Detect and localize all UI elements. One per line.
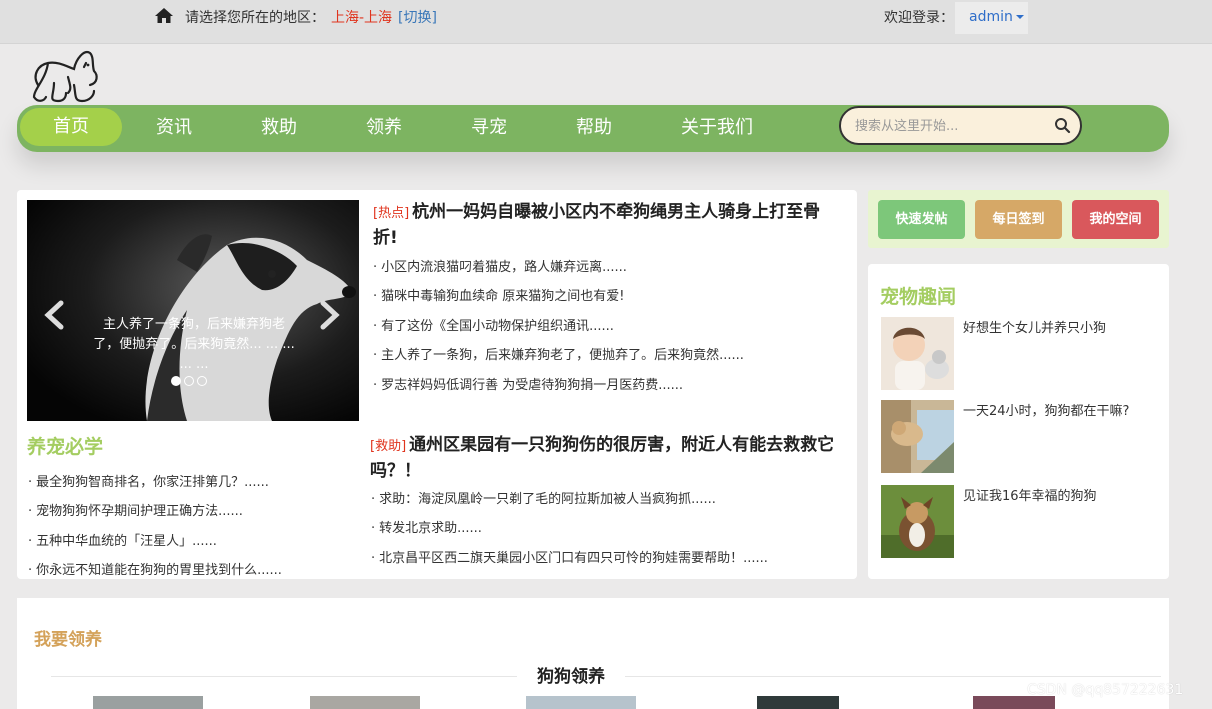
user-menu-dropdown[interactable]: admin (955, 2, 1028, 34)
adopt-dog-thumbnail[interactable] (757, 696, 839, 709)
must-learn-title: 养宠必学 (27, 436, 104, 458)
daily-checkin-button[interactable]: 每日签到 (975, 200, 1062, 239)
region-label: 请选择您所在的地区： (185, 10, 325, 26)
nav-item-adopt[interactable]: 领养 (347, 105, 421, 152)
list-item[interactable]: · 宠物狗狗怀孕期间护理正确方法...... (28, 500, 282, 529)
hot-news-list: · 小区内流浪猫叼着猫皮，路人嫌弃远离...... · 猫咪中毒输狗血续命 原来猫狗… (373, 256, 744, 403)
list-item[interactable]: · 罗志祥妈妈低调行善 为受虐待狗狗捐一月医药费...... (373, 374, 744, 403)
list-item[interactable]: · 五种中华血统的「汪星人」...... (28, 530, 282, 559)
search-icon[interactable] (1053, 116, 1073, 136)
list-item[interactable]: · 有了这份《全国小动物保护组织通讯...... (373, 315, 744, 344)
carousel-next-arrow-icon[interactable] (317, 300, 341, 330)
rescue-news-list: · 求助：海淀凤凰岭一只剃了毛的阿拉斯加被人当疯狗抓...... · 转发北京求助.… (371, 488, 768, 576)
carousel-caption: 主人养了一条狗，后来嫌弃狗老了，便抛弃了。后来狗竟然... ... ... ..… (93, 317, 295, 372)
dog-logo[interactable] (28, 45, 100, 105)
must-learn-list: · 最全狗狗智商排名，你家汪排第几？...... · 宠物狗狗怀孕期间护理正确方法.… (28, 471, 282, 589)
carousel-indicators (171, 374, 221, 386)
my-space-button[interactable]: 我的空间 (1072, 200, 1159, 239)
rescue-headline-text: 通州区果园有一只狗狗伤的很厉害，附近人有能去救救它吗？！ (370, 435, 835, 481)
nav-item-home[interactable]: 首页 (20, 108, 122, 146)
rescue-tag: [救助] (370, 439, 407, 454)
pet-news-item[interactable]: 见证我16年幸福的狗狗 (963, 485, 1097, 504)
adopt-dog-thumbnail[interactable] (93, 696, 203, 709)
dog-photo (27, 200, 359, 421)
list-item[interactable]: · 最全狗狗智商排名，你家汪排第几？...... (28, 471, 282, 500)
carousel-dot[interactable] (197, 376, 207, 386)
adopt-dog-thumbnail[interactable] (310, 696, 420, 709)
watermark: CSDN @qq857222631 (1027, 682, 1184, 698)
list-item[interactable]: · 求助：海淀凤凰岭一只剃了毛的阿拉斯加被人当疯狗抓...... (371, 488, 768, 517)
pet-news-title: 宠物趣闻 (880, 286, 957, 308)
username: admin (969, 9, 1013, 25)
list-item[interactable]: · 北京昌平区西二旗天巢园小区门口有四只可怜的狗娃需要帮助！...... (371, 547, 768, 576)
dog-window-thumbnail[interactable] (881, 400, 954, 473)
rescue-headline[interactable]: [救助] 通州区果园有一只狗狗伤的很厉害，附近人有能去救救它吗？！ (370, 433, 850, 483)
home-icon (155, 8, 173, 23)
hot-headline[interactable]: [热点] 杭州一妈妈自曝被小区内不牵狗绳男主人骑身上打至骨折! (373, 200, 843, 250)
nav-item-find-pet[interactable]: 寻宠 (452, 105, 526, 152)
adopt-subtitle: 狗狗领养 (517, 662, 625, 687)
baby-dog-thumbnail[interactable] (881, 317, 954, 390)
search-input[interactable] (855, 116, 1045, 136)
top-bar: 请选择您所在的地区： 上海-上海 [切换] 欢迎登录： admin (0, 0, 1212, 44)
carousel-prev-arrow-icon[interactable] (43, 300, 67, 330)
list-item[interactable]: · 转发北京求助...... (371, 517, 768, 546)
region-switch-link[interactable]: [切换] (398, 7, 437, 27)
welcome-label: 欢迎登录： (884, 10, 954, 26)
main-nav: 首页 资讯 救助 领养 寻宠 帮助 关于我们 (17, 105, 1169, 152)
adopt-title: 我要领养 (34, 630, 102, 650)
hot-headline-text: 杭州一妈妈自曝被小区内不牵狗绳男主人骑身上打至骨折! (373, 202, 821, 248)
region-value: 上海-上海 (331, 10, 393, 26)
list-item[interactable]: · 小区内流浪猫叼着猫皮，路人嫌弃远离...... (373, 256, 744, 285)
nav-item-about[interactable]: 关于我们 (667, 105, 767, 152)
nav-item-help[interactable]: 帮助 (557, 105, 631, 152)
nav-item-rescue[interactable]: 救助 (242, 105, 316, 152)
adopt-dog-thumbnail[interactable] (526, 696, 636, 709)
pet-news-panel: 宠物趣闻 好想生个女儿并养只小狗 一天24小时，狗狗都在干嘛? 见证我16年幸福… (868, 264, 1169, 579)
carousel-dot[interactable] (184, 376, 194, 386)
carousel-dot[interactable] (171, 376, 181, 386)
happy-dog-thumbnail[interactable] (881, 485, 954, 558)
list-item[interactable]: · 你永远不知道能在狗狗的胃里找到什么...... (28, 559, 282, 588)
nav-item-news[interactable]: 资讯 (137, 105, 211, 152)
main-content-card: 主人养了一条狗，后来嫌弃狗老了，便抛弃了。后来狗竟然... ... ... ..… (17, 190, 857, 579)
adopt-section: 我要领养 狗狗领养 (17, 598, 1169, 709)
caret-down-icon (1015, 15, 1024, 19)
hot-tag: [热点] (373, 206, 410, 221)
list-item[interactable]: · 主人养了一条狗，后来嫌弃狗老了，便抛弃了。后来狗竟然...... (373, 344, 744, 373)
action-bar: 快速发帖 每日签到 我的空间 (868, 190, 1169, 248)
quick-post-button[interactable]: 快速发帖 (878, 200, 965, 239)
pet-news-item[interactable]: 一天24小时，狗狗都在干嘛? (963, 400, 1129, 419)
image-carousel[interactable]: 主人养了一条狗，后来嫌弃狗老了，便抛弃了。后来狗竟然... ... ... ..… (27, 200, 359, 421)
pet-news-item[interactable]: 好想生个女儿并养只小狗 (963, 317, 1106, 336)
search-box (839, 106, 1082, 145)
list-item[interactable]: · 猫咪中毒输狗血续命 原来猫狗之间也有爱! (373, 285, 744, 314)
